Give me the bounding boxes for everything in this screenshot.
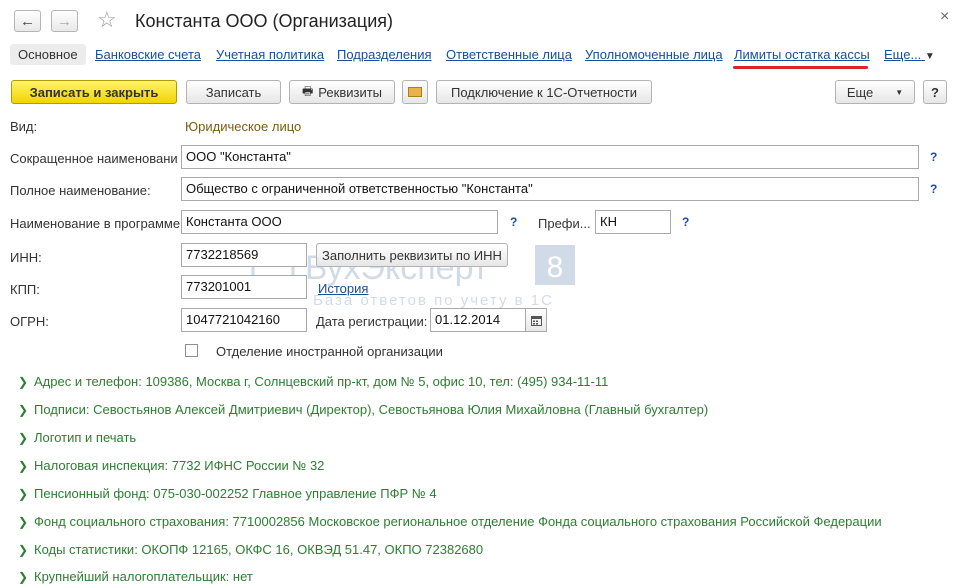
save-close-button[interactable]: Записать и закрыть (11, 80, 177, 104)
group-address[interactable]: ❯ Адрес и телефон: 109386, Москва г, Солн… (18, 374, 608, 389)
envelope-icon (408, 87, 422, 97)
requisites-label: Реквизиты (318, 84, 383, 100)
triangle-down-icon: ▼ (895, 87, 904, 97)
group-label: Адрес и телефон: 109386, Москва г, Солнц… (34, 374, 609, 389)
watermark-number: 8 (547, 251, 564, 284)
arrow-right-icon: → (57, 12, 72, 30)
kpp-input[interactable]: 773201001 (181, 275, 307, 299)
tab-authorized-persons[interactable]: Уполномоченные лица (585, 47, 723, 62)
group-label: Подписи: Севостьянов Алексей Дмитриевич … (34, 402, 709, 417)
help-mark[interactable]: ? (930, 150, 937, 164)
help-mark[interactable]: ? (510, 215, 517, 229)
window-title: Константа ООО (Организация) (135, 11, 394, 31)
triangle-down-icon: ▼ (924, 51, 935, 62)
requisites-button[interactable]: 🖶 Реквизиты (289, 80, 395, 104)
group-logo[interactable]: ❯ Логотип и печать (18, 430, 136, 445)
tab-bank-accounts[interactable]: Банковские счета (95, 47, 201, 62)
group-label: Пенсионный фонд: 075-030-002252 Главное … (34, 486, 437, 501)
kpp-label: КПП: (10, 282, 40, 297)
arrow-left-icon: ← (20, 12, 35, 30)
full-name-label: Полное наименование: (10, 183, 151, 198)
help-mark[interactable]: ? (682, 215, 689, 229)
group-label: Налоговая инспекция: 7732 ИФНС России № … (34, 458, 325, 473)
prog-name-label: Наименование в программе: (10, 216, 184, 231)
tab-accounting-policy[interactable]: Учетная политика (216, 47, 324, 62)
reg-date-input[interactable]: 01.12.2014 (430, 308, 526, 332)
star-icon[interactable]: ☆ (97, 8, 117, 32)
prefix-label: Префи... (538, 216, 591, 231)
forward-button[interactable]: → (51, 10, 78, 32)
tab-main[interactable]: Основное (10, 44, 86, 65)
chevron-right-icon: ❯ (18, 402, 29, 417)
vid-label: Вид: (10, 119, 38, 134)
group-label: Фонд социального страхования: 7710002856… (34, 514, 882, 529)
tab-cash-limits[interactable]: Лимиты остатка кассы (734, 47, 870, 62)
ogrn-input[interactable]: 1047721042160 (181, 308, 307, 332)
tab-more-label: Еще... (884, 47, 922, 62)
group-pension-fund[interactable]: ❯ Пенсионный фонд: 075-030-002252 Главное… (18, 486, 437, 501)
foreign-branch-checkbox[interactable] (185, 344, 198, 357)
chevron-right-icon: ❯ (18, 542, 29, 557)
more-label: Еще (846, 84, 874, 100)
group-social-insurance[interactable]: ❯ Фонд социального страхования: 771000285… (18, 514, 882, 529)
help-mark[interactable]: ? (930, 182, 937, 196)
group-tax-inspection[interactable]: ❯ Налоговая инспекция: 7732 ИФНС России №… (18, 458, 324, 473)
group-largest-taxpayer[interactable]: ❯ Крупнейший налогоплательщик: нет (18, 569, 253, 584)
reg-date-label: Дата регистрации: (316, 314, 428, 329)
chevron-right-icon: ❯ (18, 374, 29, 389)
group-label: Логотип и печать (34, 430, 137, 445)
chevron-right-icon: ❯ (18, 569, 29, 584)
vid-value: Юридическое лицо (185, 119, 302, 134)
fill-by-inn-button[interactable]: Заполнить реквизиты по ИНН (316, 243, 508, 267)
more-menu-button[interactable]: Еще ▼ (835, 80, 915, 104)
help-button[interactable]: ? (923, 80, 947, 104)
calendar-button[interactable] (526, 308, 547, 332)
connect-reporting-button[interactable]: Подключение к 1С-Отчетности (436, 80, 652, 104)
ogrn-label: ОГРН: (10, 314, 49, 329)
short-name-input[interactable]: ООО "Константа" (181, 145, 919, 169)
group-label: Коды статистики: ОКОПФ 12165, ОКФС 16, О… (34, 542, 484, 557)
foreign-branch-label: Отделение иностранной организации (216, 344, 443, 359)
group-signatures[interactable]: ❯ Подписи: Севостьянов Алексей Дмитриевич… (18, 402, 708, 417)
back-button[interactable]: ← (14, 10, 41, 32)
chevron-right-icon: ❯ (18, 458, 29, 473)
full-name-input[interactable]: Общество с ограниченной ответственностью… (181, 177, 919, 201)
inn-input[interactable]: 7732218569 (181, 243, 307, 267)
chevron-right-icon: ❯ (18, 430, 29, 445)
email-button[interactable] (402, 80, 428, 104)
chevron-right-icon: ❯ (18, 514, 29, 529)
tab-more[interactable]: Еще... ▼ (884, 47, 935, 62)
tab-highlight-underline (733, 66, 868, 69)
save-button[interactable]: Записать (186, 80, 281, 104)
group-label: Крупнейший налогоплательщик: нет (34, 569, 253, 584)
short-name-label: Сокращенное наименовани (10, 151, 178, 166)
tab-responsible-persons[interactable]: Ответственные лица (446, 47, 572, 62)
chevron-right-icon: ❯ (18, 486, 29, 501)
inn-label: ИНН: (10, 250, 42, 265)
history-link[interactable]: История (318, 281, 368, 296)
prog-name-input[interactable]: Константа ООО (181, 210, 498, 234)
printer-icon: 🖶 (301, 83, 314, 98)
tab-divisions[interactable]: Подразделения (337, 47, 432, 62)
prefix-input[interactable]: КН (595, 210, 671, 234)
close-icon[interactable]: × (940, 8, 949, 26)
group-statistics-codes[interactable]: ❯ Коды статистики: ОКОПФ 12165, ОКФС 16, … (18, 542, 483, 557)
calendar-icon (530, 315, 542, 326)
